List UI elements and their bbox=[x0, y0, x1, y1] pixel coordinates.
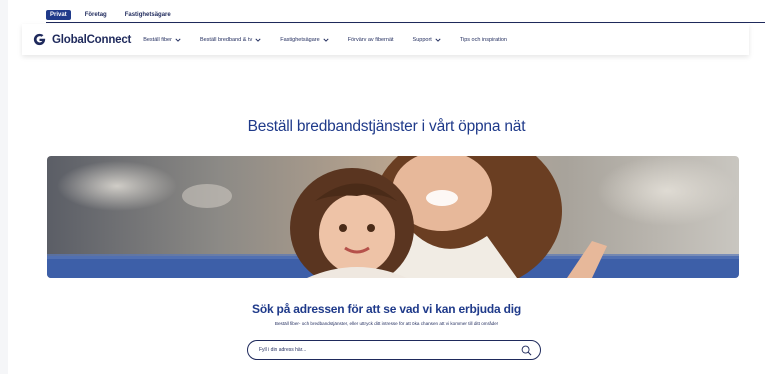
nav-item-bestall-fiber[interactable]: Beställ fiber bbox=[143, 37, 181, 43]
chevron-down-icon bbox=[435, 38, 441, 42]
nav-item-label: Support bbox=[412, 36, 432, 43]
nav-item-label: Beställ bredband & tv bbox=[199, 36, 253, 43]
globalconnect-g-logo-icon bbox=[33, 33, 46, 46]
nav-item-fastighetsagare[interactable]: Fastighetsägare bbox=[280, 36, 329, 43]
nav-item-label: Beställ fiber bbox=[143, 36, 172, 43]
audience-tab-foretag[interactable]: Företag bbox=[81, 10, 111, 20]
search-section-subtitle: Beställ fiber- och bredbandstjänster, el… bbox=[274, 321, 499, 326]
audience-tab-fastighetsagare[interactable]: Fastighetsägare bbox=[121, 10, 175, 20]
nav-item-bestall-bredband-tv[interactable]: Beställ bredband & tv bbox=[200, 37, 261, 43]
nav-menu: Beställ fiber Beställ bredband & tv Fast… bbox=[143, 37, 526, 43]
search-section-title: Sök på adressen för att se vad vi kan er… bbox=[252, 302, 521, 316]
brand-name: GlobalConnect bbox=[52, 33, 132, 46]
audience-tabs: Privat Företag Fastighetsägare bbox=[46, 10, 175, 20]
audience-tab-privat[interactable]: Privat bbox=[46, 10, 71, 20]
nav-item-label: Tips och inspiration bbox=[459, 36, 507, 43]
chevron-down-icon bbox=[255, 38, 261, 42]
nav-item-label: Förvärv av fibernät bbox=[347, 36, 394, 43]
chevron-down-icon bbox=[323, 38, 329, 42]
site-logo[interactable]: GlobalConnect bbox=[32, 32, 131, 47]
nav-item-label: Fastighetsägare bbox=[280, 36, 320, 43]
main-navigation: GlobalConnect Beställ fiber Beställ bred… bbox=[22, 24, 749, 55]
hero-image bbox=[47, 156, 739, 278]
nav-item-forvarv-av-fibernat[interactable]: Förvärv av fibernät bbox=[348, 37, 394, 43]
search-icon[interactable] bbox=[521, 345, 532, 356]
page-title: Beställ bredbandstjänster i vårt öppna n… bbox=[247, 118, 526, 135]
page: Privat Företag Fastighetsägare GlobalCon… bbox=[8, 0, 765, 374]
audience-divider bbox=[46, 22, 765, 23]
address-search-input[interactable] bbox=[259, 347, 521, 353]
chevron-down-icon bbox=[175, 38, 181, 42]
address-search-box[interactable] bbox=[247, 340, 541, 360]
nav-item-support[interactable]: Support bbox=[413, 37, 441, 43]
nav-item-tips-och-inspiration[interactable]: Tips och inspiration bbox=[460, 37, 507, 43]
